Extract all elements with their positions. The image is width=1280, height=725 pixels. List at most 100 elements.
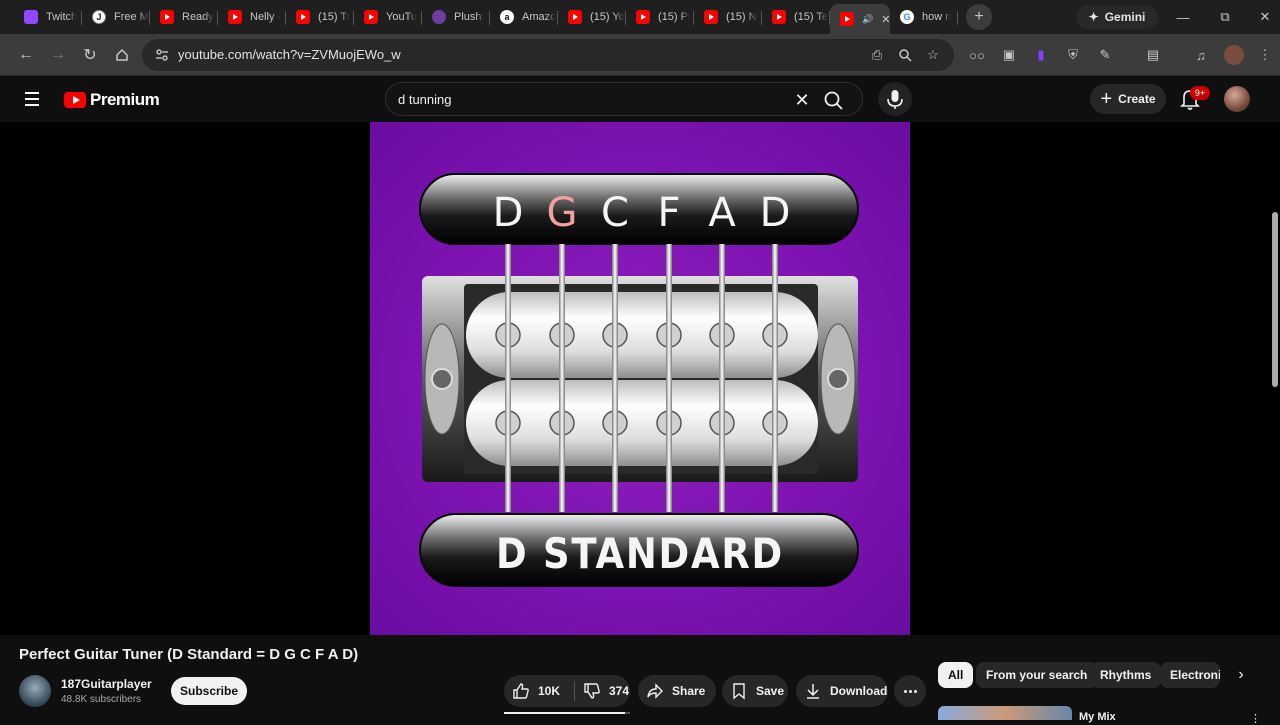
media-controls-icon[interactable]: ♫ <box>1192 46 1210 64</box>
j-site-icon: J <box>92 10 106 24</box>
browser-tab[interactable]: (15) Tr <box>286 3 354 31</box>
close-tab-icon[interactable]: ✕ <box>881 13 890 26</box>
browser-toolbar: ← → ↻ youtube.com/watch?v=ZVMuojEWo_w ⎙ … <box>0 34 1280 76</box>
browser-tab[interactable]: YouTu <box>354 3 422 31</box>
youtube-play-icon <box>64 92 86 108</box>
zoom-icon[interactable] <box>896 46 914 64</box>
tuning-note-label: G <box>547 190 578 236</box>
dislike-count: 374 <box>609 684 630 698</box>
tab-title: (15) Pi <box>658 11 691 23</box>
chip-all[interactable]: All <box>938 662 974 688</box>
youtube-icon <box>228 10 242 24</box>
tab-title: how n <box>922 11 952 23</box>
my-mix-title[interactable]: My Mix <box>1079 711 1116 723</box>
gemini-icon: ✦ <box>1088 10 1099 24</box>
profile-avatar[interactable] <box>1224 45 1244 65</box>
amazon-icon: a <box>500 10 514 24</box>
tab-title: (15) N <box>726 11 757 23</box>
browser-tab[interactable]: Ready <box>150 3 218 31</box>
back-arrow-icon[interactable]: ← <box>14 43 38 67</box>
save-button[interactable]: Save <box>722 675 788 707</box>
tab-title: Twitch <box>46 11 78 23</box>
tab-separator <box>957 11 958 25</box>
chip-from-your-search[interactable]: From your search <box>976 662 1098 688</box>
browser-tab[interactable]: (15) Te <box>762 3 830 31</box>
plush-icon <box>432 10 446 24</box>
guitar-string <box>559 244 565 512</box>
create-button[interactable]: + Create <box>1090 84 1166 114</box>
download-button[interactable]: Download <box>796 675 888 707</box>
chevron-right-icon[interactable]: › <box>1228 662 1254 688</box>
browser-tab[interactable]: a Amazo <box>490 3 558 31</box>
tab-title: Amazo <box>522 11 557 23</box>
install-app-icon[interactable]: ⎙ <box>868 46 886 64</box>
browser-tab[interactable]: Nelly - <box>218 3 286 31</box>
extension-shield-icon[interactable]: ⛨ <box>1064 46 1082 64</box>
browser-tab[interactable]: Twitch <box>14 3 82 31</box>
thumbs-down-icon <box>584 683 600 699</box>
hamburger-menu-icon[interactable] <box>22 88 46 110</box>
search-input[interactable] <box>398 89 778 109</box>
search-box: ✕ <box>385 82 863 116</box>
minimize-button[interactable]: — <box>1160 0 1206 34</box>
address-bar[interactable]: youtube.com/watch?v=ZVMuojEWo_w ⎙ ☆ <box>142 39 954 71</box>
new-tab-button[interactable]: + <box>966 4 992 30</box>
account-avatar[interactable] <box>1224 86 1250 112</box>
chip-electronic[interactable]: Electronic <box>1160 662 1220 688</box>
extension-glasses-icon[interactable]: ○○ <box>968 46 986 64</box>
youtube-premium-logo[interactable]: Premium <box>64 90 160 110</box>
forward-arrow-icon[interactable]: → <box>46 43 70 67</box>
subscriber-count: 48.8K subscribers <box>61 694 142 705</box>
my-mix-thumbnail[interactable] <box>938 706 1072 720</box>
video-player[interactable]: DGCFAD D STANDARD <box>0 122 1280 635</box>
browser-tab[interactable]: (15) N <box>694 3 762 31</box>
subscribe-button[interactable]: Subscribe <box>171 677 247 705</box>
site-settings-icon[interactable] <box>154 47 170 63</box>
extension-robot-icon[interactable]: ▣ <box>1000 46 1018 64</box>
browser-tab[interactable]: 🔊 ✕ <box>830 4 890 34</box>
dislike-button[interactable]: 374 <box>575 682 629 700</box>
like-button[interactable]: 10K <box>504 682 574 700</box>
tab-title: YouTu <box>386 11 417 23</box>
speaker-icon[interactable]: 🔊 <box>862 14 873 25</box>
video-frame: DGCFAD D STANDARD <box>370 122 910 635</box>
youtube-icon <box>840 12 854 26</box>
tab-title: Plush: <box>454 11 485 23</box>
extension-purple-icon[interactable]: ▮ <box>1032 46 1050 64</box>
guitar-string <box>666 244 672 512</box>
more-actions-button[interactable] <box>894 675 926 707</box>
browser-tab[interactable]: J Free M <box>82 3 150 31</box>
tab-search-icon[interactable]: ▤ <box>1144 46 1162 64</box>
youtube-icon <box>364 10 378 24</box>
browser-tab[interactable]: Ghow n <box>890 3 958 31</box>
search-icon[interactable] <box>822 89 846 111</box>
browser-tab[interactable]: (15) Pi <box>626 3 694 31</box>
logo-text: Premium <box>90 90 160 109</box>
bookmark-star-icon[interactable]: ☆ <box>924 46 942 64</box>
channel-avatar[interactable] <box>19 675 51 707</box>
browser-tab[interactable]: Plush: <box>422 3 490 31</box>
close-window-button[interactable]: ✕ <box>1242 0 1280 34</box>
page-scrollbar[interactable] <box>1272 212 1278 387</box>
clear-search-icon[interactable]: ✕ <box>792 90 812 110</box>
tuning-note-label: D <box>760 190 791 236</box>
tab-title: Ready <box>182 11 214 23</box>
download-label: Download <box>830 684 888 698</box>
save-label: Save <box>756 684 785 698</box>
gemini-button[interactable]: ✦ Gemini <box>1076 5 1158 29</box>
youtube-icon <box>772 10 786 24</box>
extensions-puzzle-icon[interactable]: ✎ <box>1096 46 1114 64</box>
channel-name[interactable]: 187Guitarplayer <box>61 677 152 691</box>
youtube-masthead: Premium ✕ + Create 9+ <box>0 76 1280 122</box>
share-label: Share <box>672 684 706 698</box>
share-button[interactable]: Share <box>638 675 716 707</box>
chrome-menu-icon[interactable]: ⋮ <box>1256 46 1274 64</box>
voice-search-mic-icon[interactable] <box>878 82 912 116</box>
browser-tab[interactable]: (15) Yo <box>558 3 626 31</box>
my-mix-menu-icon[interactable]: ⋮ <box>1250 712 1261 725</box>
chip-rhythms[interactable]: Rhythms <box>1090 662 1162 688</box>
reload-icon[interactable]: ↻ <box>78 43 102 67</box>
home-icon[interactable] <box>110 43 134 67</box>
guitar-string <box>505 244 511 512</box>
tab-title: (15) Tr <box>318 11 351 23</box>
